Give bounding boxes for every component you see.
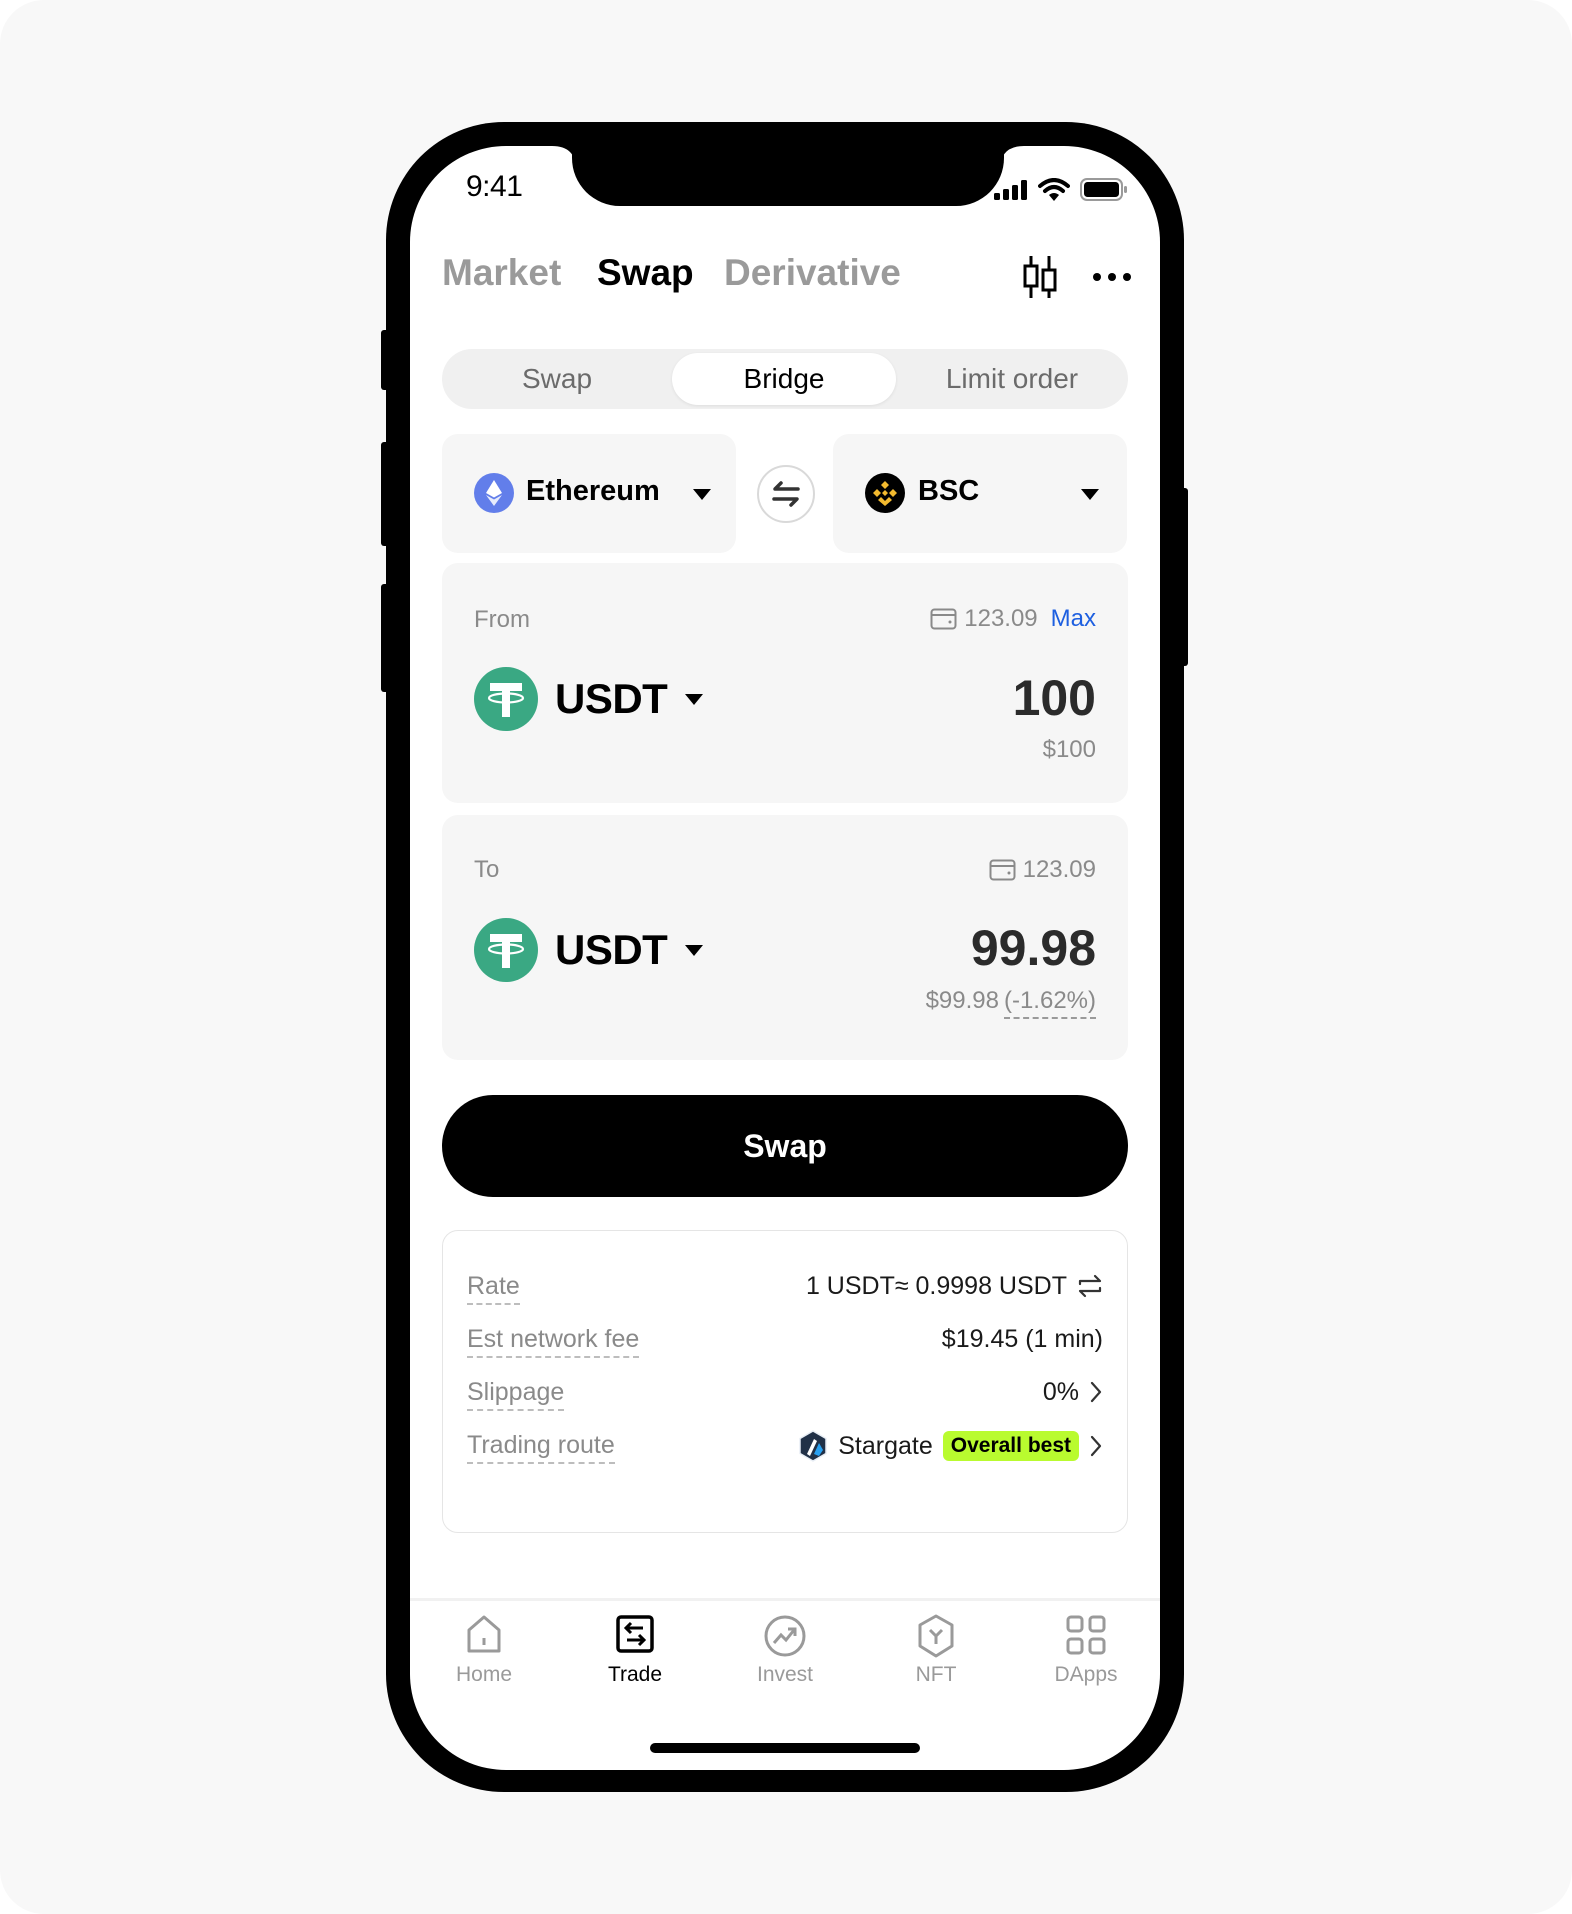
volume-down-button — [381, 584, 389, 692]
mute-switch — [381, 330, 389, 390]
status-time: 9:41 — [466, 170, 523, 203]
from-label: From — [474, 606, 530, 633]
candlestick-chart-icon[interactable] — [1022, 256, 1058, 298]
network-fee-label[interactable]: Est network fee — [467, 1324, 640, 1358]
to-token-name: USDT — [555, 926, 668, 973]
rate-label[interactable]: Rate — [467, 1271, 520, 1305]
trading-route-setting[interactable]: Stargate Overall best — [798, 1430, 1103, 1462]
from-chain-selector[interactable]: Ethereum — [442, 434, 736, 553]
tab-market[interactable]: Market — [442, 252, 561, 294]
invest-icon — [764, 1615, 806, 1657]
power-button — [1180, 488, 1188, 666]
to-token-selector[interactable]: USDT — [474, 918, 704, 982]
nav-invest[interactable]: Invest — [710, 1614, 860, 1687]
stargate-icon — [799, 1430, 827, 1462]
segment-swap[interactable]: Swap — [442, 349, 672, 409]
to-card: To 123.09 USDT 99.98 $99.98 (-1.62%) — [442, 815, 1128, 1060]
wallet-icon — [989, 859, 1016, 881]
from-balance: 123.09 — [964, 605, 1038, 632]
slippage-value: 0% — [1042, 1378, 1079, 1406]
toggle-rate-icon[interactable] — [1077, 1274, 1103, 1298]
nav-nft[interactable]: NFT — [861, 1614, 1011, 1687]
ethereum-icon — [474, 473, 514, 513]
chevron-down-icon — [1081, 489, 1099, 500]
tether-icon — [474, 667, 538, 731]
trading-route-label[interactable]: Trading route — [467, 1430, 615, 1464]
nav-trade[interactable]: Trade — [560, 1614, 710, 1687]
to-label: To — [474, 856, 500, 883]
overall-best-badge: Overall best — [942, 1431, 1079, 1461]
nft-icon — [918, 1614, 954, 1658]
bottom-nav-divider — [410, 1598, 1160, 1601]
from-usd-value: $100 — [1042, 736, 1096, 763]
from-token-selector[interactable]: USDT — [474, 667, 704, 731]
tab-derivative[interactable]: Derivative — [724, 252, 901, 294]
bnb-chain-icon — [865, 473, 905, 513]
signal-icon — [994, 180, 1027, 200]
slippage-setting[interactable]: 0% — [1043, 1377, 1103, 1407]
battery-icon — [1080, 178, 1127, 201]
network-fee-value: $19.45 (1 min) — [941, 1325, 1103, 1353]
trading-route-value: Stargate — [838, 1432, 933, 1460]
segment-limit-order[interactable]: Limit order — [896, 349, 1128, 409]
wallet-icon — [930, 608, 957, 630]
details-panel: Rate 1 USDT≈ 0.9998 USDT Est network fee… — [442, 1230, 1128, 1533]
price-impact[interactable]: (-1.62%) — [1003, 987, 1096, 1019]
to-usd-value: $99.98 — [925, 987, 999, 1014]
max-button[interactable]: Max — [1051, 605, 1096, 633]
notch — [572, 140, 1004, 206]
volume-up-button — [381, 442, 389, 546]
dapps-icon — [1066, 1615, 1106, 1655]
segment-bridge[interactable]: Bridge — [672, 349, 896, 409]
to-amount: 99.98 — [970, 920, 1096, 976]
from-chain-name: Ethereum — [526, 475, 660, 507]
wifi-icon — [1038, 178, 1070, 201]
slippage-label[interactable]: Slippage — [467, 1377, 565, 1411]
trade-icon — [616, 1615, 654, 1653]
to-chain-selector[interactable]: BSC — [833, 434, 1127, 553]
tether-icon — [474, 918, 538, 982]
chevron-down-icon — [693, 489, 711, 500]
swap-button[interactable]: Swap — [442, 1095, 1128, 1197]
chevron-down-icon — [685, 693, 704, 705]
chevron-right-icon — [1090, 1435, 1102, 1457]
swap-chains-button[interactable] — [757, 465, 815, 523]
chevron-right-icon — [1090, 1381, 1102, 1403]
to-balance: 123.09 — [1022, 856, 1096, 883]
chevron-down-icon — [685, 944, 704, 956]
home-indicator — [650, 1743, 920, 1753]
notch-shoulder-left — [552, 146, 576, 170]
to-chain-name: BSC — [918, 475, 980, 507]
more-icon[interactable] — [1092, 270, 1132, 284]
rate-value: 1 USDT≈ 0.9998 USDT — [805, 1272, 1067, 1300]
tab-swap[interactable]: Swap — [597, 252, 694, 294]
from-token-name: USDT — [555, 675, 668, 722]
home-icon — [467, 1615, 501, 1653]
from-amount-input[interactable]: 100 — [1013, 669, 1096, 727]
mode-segmented-control: Swap Bridge Limit order — [442, 349, 1128, 409]
nav-dapps[interactable]: DApps — [1011, 1614, 1161, 1687]
from-card: From 123.09 Max USDT 100 $100 — [442, 563, 1128, 803]
swap-direction-icon — [772, 481, 800, 507]
nav-home[interactable]: Home — [409, 1614, 559, 1687]
notch-shoulder-right — [1000, 146, 1024, 170]
